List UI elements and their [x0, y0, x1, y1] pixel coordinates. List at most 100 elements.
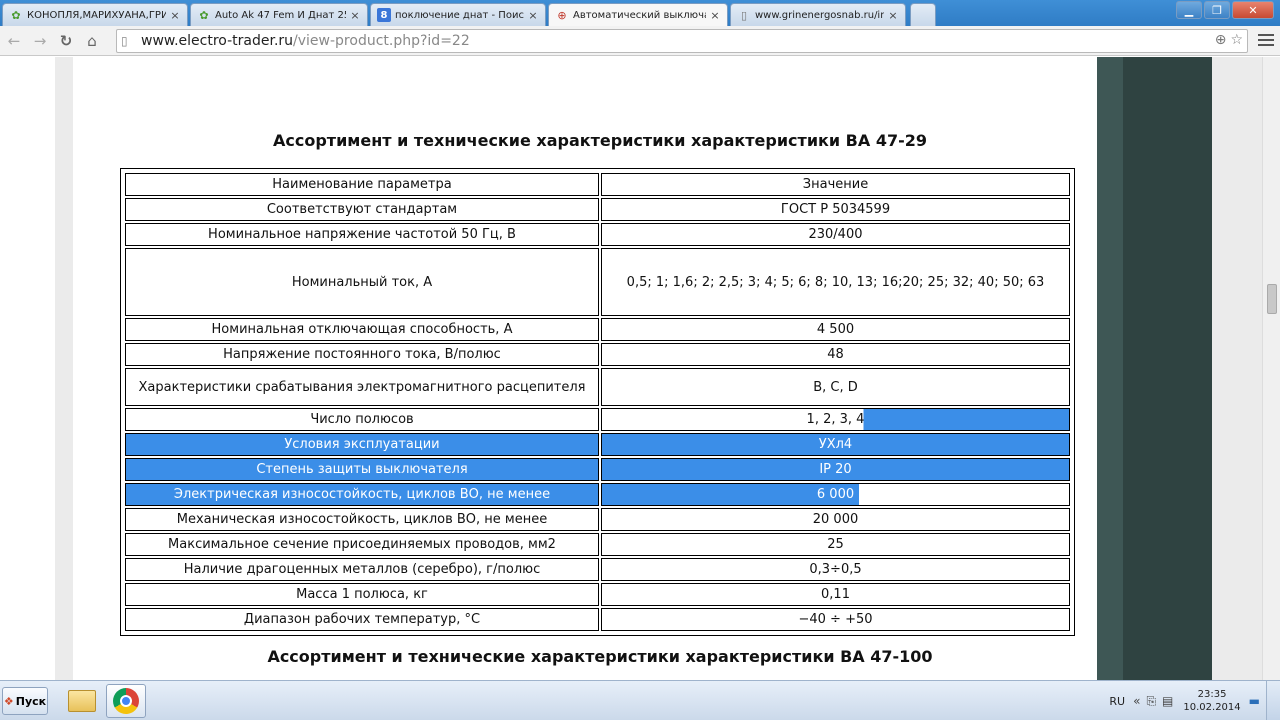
heading-ba47-100: Ассортимент и технические характеристики…: [267, 647, 933, 666]
value-cell: B, C, D: [601, 368, 1070, 406]
table-row: Масса 1 полюса, кг 0,11: [125, 583, 1070, 606]
tab-title: Автоматический выключат: [573, 9, 706, 21]
page-icon: ▯: [121, 34, 128, 48]
tab-2[interactable]: ✿ Auto Ak 47 Fem И Днат 250 ×: [190, 3, 368, 26]
param-cell: Напряжение постоянного тока, В/полюс: [125, 343, 599, 366]
network-icon[interactable]: ▤: [1162, 694, 1173, 708]
taskbar-chrome[interactable]: [106, 684, 146, 718]
close-icon[interactable]: ×: [709, 9, 721, 22]
table-row: Номинальный ток, А 0,5; 1; 1,6; 2; 2,5; …: [125, 248, 1070, 316]
value-cell: IP 20: [601, 458, 1070, 481]
param-cell: Диапазон рабочих температур, °С: [125, 608, 599, 631]
clock[interactable]: 23:35 10.02.2014: [1183, 688, 1240, 714]
tab-4[interactable]: ⊕ Автоматический выключат ×: [548, 3, 728, 26]
chrome-icon: [113, 688, 139, 714]
browser-toolbar: ← → ↻ ⌂ ▯ www.electro-trader.ru/view-pro…: [0, 26, 1280, 56]
param-cell: Условия эксплуатации: [125, 433, 599, 456]
start-button[interactable]: ❖ Пуск: [2, 687, 48, 715]
url-host: www.electro-trader.ru: [141, 33, 294, 49]
new-tab-button[interactable]: [910, 3, 936, 26]
table-row: Соответствуют стандартам ГОСТ Р 5034599: [125, 198, 1070, 221]
tab-title: Auto Ak 47 Fem И Днат 250: [215, 9, 346, 21]
value-cell: 0,5; 1; 1,6; 2; 2,5; 3; 4; 5; 6; 8; 10, …: [601, 248, 1070, 316]
value-cell: ГОСТ Р 5034599: [601, 198, 1070, 221]
table-row: Номинальное напряжение частотой 50 Гц, В…: [125, 223, 1070, 246]
value-cell: 48: [601, 343, 1070, 366]
heading-ba47-29: Ассортимент и технические характеристики…: [273, 131, 927, 150]
page-right-border: [1097, 57, 1123, 680]
tab-title: поключение днат - Поиск в: [395, 9, 524, 21]
flag-icon[interactable]: ▬: [1249, 694, 1260, 708]
bookmark-star-icon[interactable]: ☆: [1230, 32, 1243, 48]
close-icon[interactable]: ×: [887, 9, 899, 22]
tab-strip: ✿ КОНОПЛЯ,МАРИХУАНА,ГРИ × ✿ Auto Ak 47 F…: [0, 0, 1280, 26]
language-indicator[interactable]: RU: [1109, 695, 1125, 708]
table-row-selected: Степень защиты выключателя IP 20: [125, 458, 1070, 481]
usb-icon[interactable]: ⎘: [1146, 694, 1156, 709]
leaf-icon: ✿: [11, 8, 21, 22]
url-path: /view-product.php?id=22: [293, 33, 470, 49]
header-value: Значение: [601, 173, 1070, 196]
zoom-icon[interactable]: ⊕: [1215, 32, 1227, 48]
tab-title: КОНОПЛЯ,МАРИХУАНА,ГРИ: [27, 9, 166, 21]
table-row: Механическая износостойкость, циклов ВО,…: [125, 508, 1070, 531]
value-cell: 0,3÷0,5: [601, 558, 1070, 581]
close-icon[interactable]: ×: [349, 9, 361, 22]
table-row: Номинальная отключающая способность, А 4…: [125, 318, 1070, 341]
tab-1[interactable]: ✿ КОНОПЛЯ,МАРИХУАНА,ГРИ ×: [2, 3, 188, 26]
system-tray: RU « ⎘ ▤ 23:35 10.02.2014 ▬: [1109, 681, 1280, 720]
home-icon[interactable]: ⌂: [80, 29, 104, 53]
value-cell: 4 500: [601, 318, 1070, 341]
table-row: Число полюсов 1, 2, 3, 4: [125, 408, 1070, 431]
windows-logo-icon: ❖: [3, 694, 14, 708]
value-cell: 20 000: [601, 508, 1070, 531]
param-cell: Наличие драгоценных металлов (серебро), …: [125, 558, 599, 581]
back-arrow-icon[interactable]: ←: [2, 29, 26, 53]
page-icon: ▯: [740, 8, 748, 22]
table-row-selected: Электрическая износостойкость, циклов ВО…: [125, 483, 1070, 506]
param-cell: Характеристики срабатывания электромагни…: [125, 368, 599, 406]
tab-5[interactable]: ▯ www.grinenergosnab.ru/ima ×: [730, 3, 906, 26]
spec-table: Наименование параметра Значение Соответс…: [120, 168, 1075, 636]
scrollbar-thumb[interactable]: [1267, 284, 1277, 314]
param-cell: Номинальное напряжение частотой 50 Гц, В: [125, 223, 599, 246]
close-icon[interactable]: ×: [169, 9, 181, 22]
restore-icon[interactable]: ❐: [1204, 1, 1230, 19]
page-left-border: [55, 57, 73, 680]
chevron-up-icon[interactable]: «: [1133, 694, 1140, 708]
taskbar-explorer[interactable]: [62, 684, 102, 718]
leaf-icon: ✿: [199, 8, 209, 22]
param-cell: Число полюсов: [125, 408, 599, 431]
menu-icon[interactable]: [1258, 30, 1274, 50]
param-cell: Степень защиты выключателя: [125, 458, 599, 481]
param-cell: Номинальная отключающая способность, А: [125, 318, 599, 341]
value-cell: 0,11: [601, 583, 1070, 606]
tab-3[interactable]: 8 поключение днат - Поиск в ×: [370, 3, 546, 26]
param-cell: Масса 1 полюса, кг: [125, 583, 599, 606]
start-label: Пуск: [15, 694, 47, 708]
page-right-gutter: [1212, 57, 1262, 680]
address-bar[interactable]: ▯ www.electro-trader.ru/view-product.php…: [116, 29, 1248, 53]
reload-icon[interactable]: ↻: [54, 29, 78, 53]
value-cell-selected-partial: 1, 2, 3, 4: [601, 408, 1070, 431]
site-icon: ⊕: [557, 8, 567, 22]
value-cell: −40 ÷ +50: [601, 608, 1070, 631]
table-row: Характеристики срабатывания электромагни…: [125, 368, 1070, 406]
forward-arrow-icon[interactable]: →: [28, 29, 52, 53]
value-cell: 25: [601, 533, 1070, 556]
value-text: 6 000: [816, 487, 855, 502]
table-row: Наличие драгоценных металлов (серебро), …: [125, 558, 1070, 581]
google-icon: 8: [377, 8, 391, 22]
value-cell-selected-partial: 6 000: [601, 483, 1070, 506]
minimize-icon[interactable]: ▁: [1176, 1, 1202, 19]
clock-time: 23:35: [1197, 689, 1227, 700]
show-desktop-button[interactable]: [1266, 681, 1280, 720]
header-param: Наименование параметра: [125, 173, 599, 196]
window-close-icon[interactable]: ✕: [1232, 1, 1274, 19]
tab-title: www.grinenergosnab.ru/ima: [755, 9, 884, 21]
page-viewport: Ассортимент и технические характеристики…: [0, 57, 1262, 680]
close-icon[interactable]: ×: [527, 9, 539, 22]
param-cell: Соответствуют стандартам: [125, 198, 599, 221]
vertical-scrollbar[interactable]: [1262, 57, 1280, 680]
clock-date: 10.02.2014: [1183, 702, 1241, 713]
